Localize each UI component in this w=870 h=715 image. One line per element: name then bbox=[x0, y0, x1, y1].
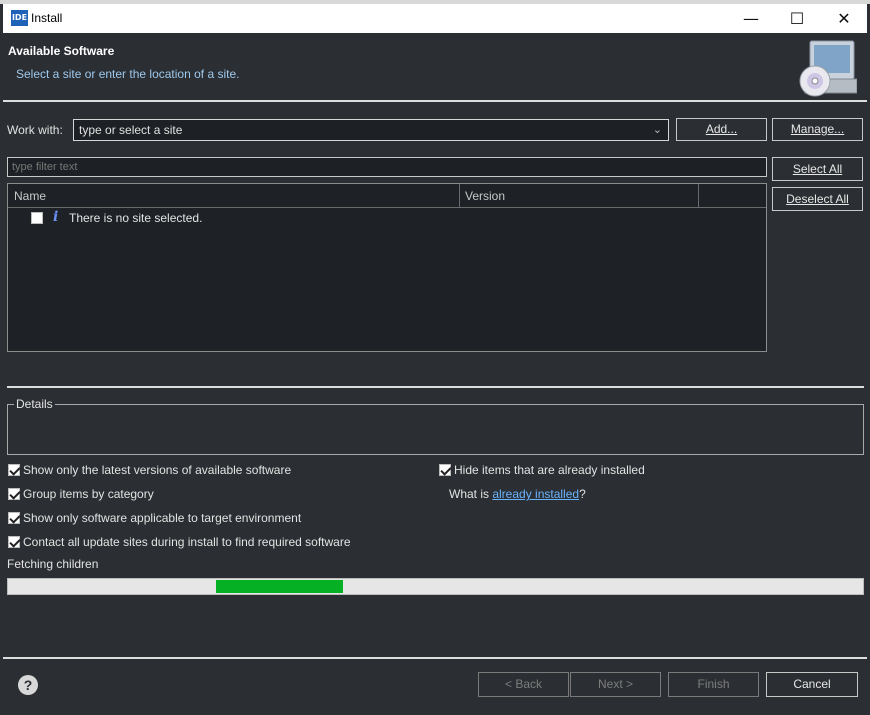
page-title: Available Software bbox=[8, 44, 115, 58]
target-env-checkbox[interactable] bbox=[8, 512, 20, 524]
contact-sites-checkbox[interactable] bbox=[8, 536, 20, 548]
maximize-icon[interactable]: ☐ bbox=[774, 4, 820, 33]
header-separator bbox=[3, 100, 867, 102]
window-title: Install bbox=[31, 11, 63, 25]
hide-installed-checkbox[interactable] bbox=[439, 464, 451, 476]
info-icon: i bbox=[53, 209, 59, 225]
already-installed-suffix: ? bbox=[579, 487, 586, 501]
hide-installed-label[interactable]: Hide items that are already installed bbox=[454, 463, 645, 477]
cancel-button[interactable]: Cancel bbox=[766, 672, 858, 697]
finish-button[interactable]: Finish bbox=[668, 672, 759, 697]
status-text: Fetching children bbox=[7, 557, 99, 571]
latest-versions-label[interactable]: Show only the latest versions of availab… bbox=[23, 463, 291, 477]
tree-row[interactable]: i There is no site selected. bbox=[8, 209, 766, 230]
minimize-icon[interactable]: — bbox=[728, 4, 774, 33]
filter-placeholder: type filter text bbox=[12, 161, 78, 173]
next-button[interactable]: Next > bbox=[570, 672, 661, 697]
already-installed-prefix: What is bbox=[449, 487, 493, 501]
already-installed-link[interactable]: already installed bbox=[492, 487, 579, 501]
ide-app-icon: IDE bbox=[11, 10, 28, 26]
manage-button[interactable]: Manage... bbox=[772, 118, 863, 141]
details-legend: Details bbox=[14, 397, 55, 411]
software-tree[interactable]: Name Version i There is no site selected… bbox=[7, 183, 767, 352]
column-name[interactable]: Name bbox=[8, 184, 460, 208]
work-with-value: type or select a site bbox=[79, 123, 183, 137]
back-button[interactable]: < Back bbox=[478, 672, 569, 697]
details-separator bbox=[7, 386, 864, 388]
details-group: Details bbox=[7, 397, 864, 455]
tree-row-checkbox[interactable] bbox=[31, 212, 43, 224]
install-wizard-icon bbox=[799, 40, 857, 97]
close-icon[interactable]: ✕ bbox=[821, 4, 867, 33]
add-button[interactable]: Add... bbox=[676, 118, 767, 141]
latest-versions-checkbox[interactable] bbox=[8, 464, 20, 476]
help-icon[interactable]: ? bbox=[18, 675, 38, 695]
progress-bar bbox=[7, 578, 864, 595]
contact-sites-label[interactable]: Contact all update sites during install … bbox=[23, 535, 351, 549]
group-by-category-checkbox[interactable] bbox=[8, 488, 20, 500]
page-subtitle: Select a site or enter the location of a… bbox=[16, 67, 240, 81]
tree-header: Name Version bbox=[8, 184, 766, 208]
target-env-label[interactable]: Show only software applicable to target … bbox=[23, 511, 301, 525]
wizard-header: Available Software Select a site or ente… bbox=[3, 33, 867, 100]
footer-separator bbox=[3, 657, 867, 659]
chevron-down-icon[interactable]: ⌄ bbox=[653, 123, 662, 136]
work-with-combo[interactable]: type or select a site ⌄ bbox=[73, 119, 669, 141]
work-with-label: Work with: bbox=[7, 123, 63, 137]
tree-row-label: There is no site selected. bbox=[69, 211, 203, 225]
filter-input[interactable]: type filter text bbox=[7, 157, 767, 177]
deselect-all-button[interactable]: Deselect All bbox=[772, 187, 863, 211]
column-version[interactable]: Version bbox=[459, 184, 699, 208]
progress-fill bbox=[216, 580, 343, 593]
title-bar: IDE Install — ☐ ✕ bbox=[3, 4, 867, 33]
already-installed-line: What is already installed? bbox=[449, 487, 586, 501]
group-by-category-label[interactable]: Group items by category bbox=[23, 487, 154, 501]
select-all-button[interactable]: Select All bbox=[772, 157, 863, 181]
